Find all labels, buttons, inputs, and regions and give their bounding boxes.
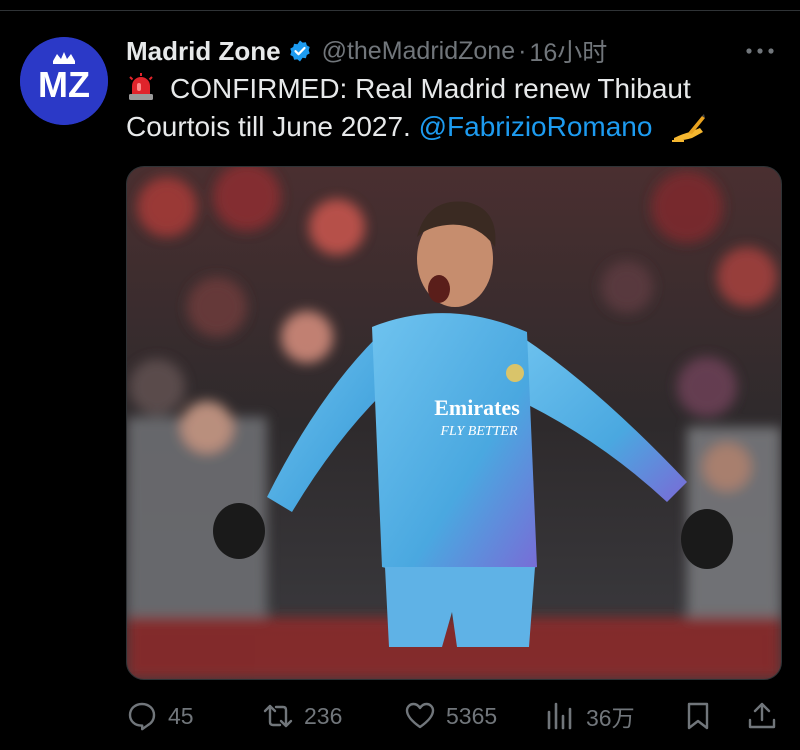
top-divider bbox=[0, 10, 800, 11]
goalkeeper-photo: Emirates FLY BETTER bbox=[127, 167, 781, 679]
siren-icon bbox=[126, 72, 156, 102]
share-icon bbox=[748, 702, 776, 729]
bookmark-icon bbox=[687, 702, 709, 730]
like-button[interactable]: 5365 bbox=[404, 700, 497, 732]
tweet-text: CONFIRMED: Real Madrid renew Thibaut Cou… bbox=[126, 70, 766, 146]
writing-hand-icon bbox=[670, 112, 706, 142]
author-handle[interactable]: @theMadridZone bbox=[322, 37, 516, 66]
jersey-slogan: FLY BETTER bbox=[439, 424, 518, 439]
avatar-text: MZ bbox=[38, 64, 90, 105]
jersey-sponsor: Emirates bbox=[434, 395, 520, 420]
tweet-actions: 45 236 5365 36万 bbox=[126, 694, 780, 738]
bookmark-button[interactable] bbox=[682, 700, 714, 732]
share-button[interactable] bbox=[746, 700, 778, 732]
retweet-button[interactable]: 236 bbox=[262, 700, 342, 732]
avatar[interactable]: MZ bbox=[20, 37, 108, 125]
like-count: 5365 bbox=[446, 702, 498, 729]
more-options-icon[interactable] bbox=[740, 34, 780, 68]
reply-button[interactable]: 45 bbox=[126, 700, 194, 732]
verified-badge-icon bbox=[288, 39, 312, 63]
madrid-zone-logo: MZ bbox=[20, 37, 108, 125]
retweet-icon bbox=[263, 704, 293, 728]
views-button[interactable]: 36万 bbox=[544, 699, 635, 733]
heart-icon bbox=[405, 702, 435, 729]
mention-link[interactable]: @FabrizioRomano bbox=[419, 111, 653, 142]
views-bar-chart-icon bbox=[547, 702, 572, 730]
reply-icon bbox=[128, 702, 156, 731]
retweet-count: 236 bbox=[304, 702, 343, 729]
reply-count: 45 bbox=[168, 702, 194, 729]
timestamp[interactable]: 16小时 bbox=[529, 33, 607, 69]
author-name[interactable]: Madrid Zone bbox=[126, 36, 281, 67]
views-count: 36万 bbox=[586, 705, 635, 731]
tweet-media-image[interactable]: Emirates FLY BETTER bbox=[126, 166, 782, 680]
separator-dot: · bbox=[518, 36, 527, 65]
tweet-header: Madrid Zone @theMadridZone · 16小时 bbox=[126, 34, 780, 68]
